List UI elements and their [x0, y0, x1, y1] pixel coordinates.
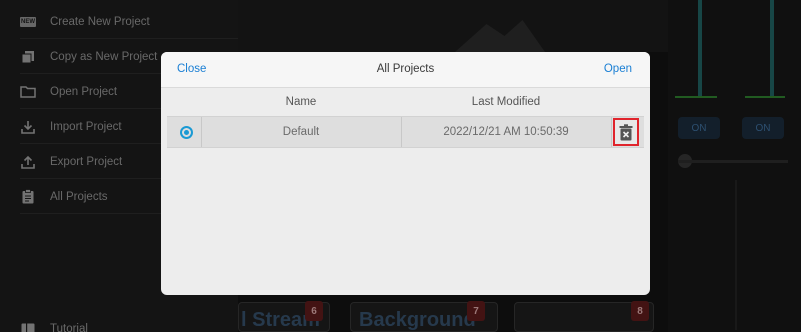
- project-name-cell: Default: [282, 126, 320, 138]
- dialog-header: Close All Projects Open: [161, 52, 650, 88]
- delete-button[interactable]: [613, 118, 639, 146]
- column-divider: [611, 117, 612, 147]
- selected-radio[interactable]: [180, 126, 193, 139]
- trash-icon: [619, 123, 633, 140]
- last-modified-cell: 2022/12/21 AM 10:50:39: [443, 126, 569, 138]
- table-row[interactable]: Default 2022/12/21 AM 10:50:39: [167, 116, 644, 148]
- dialog-title: All Projects: [376, 63, 435, 75]
- app-screen: ON ON l Stream 6 Background 7 8 NEW Crea…: [0, 0, 801, 332]
- column-header-last-modified[interactable]: Last Modified: [401, 88, 611, 116]
- all-projects-dialog: Close All Projects Open Name Last Modifi…: [161, 52, 650, 295]
- column-header-name[interactable]: Name: [201, 88, 401, 116]
- open-button[interactable]: Open: [604, 63, 632, 75]
